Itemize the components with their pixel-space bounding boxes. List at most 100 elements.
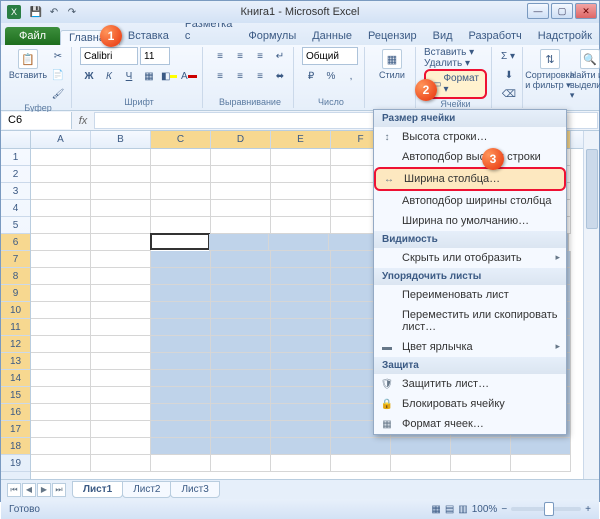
cell[interactable] [269,234,329,251]
sheet-nav-first[interactable]: ⏮ [7,483,21,497]
zoom-out-button[interactable]: − [501,504,507,515]
cell[interactable] [451,438,511,455]
minimize-button[interactable]: — [527,3,549,19]
tab-addins[interactable]: Надстройк [530,27,600,45]
find-select-button[interactable]: 🔍Найти и выделить ▾ [571,47,600,103]
cell[interactable] [91,217,151,234]
row-header[interactable]: 8 [1,268,30,285]
styles-button[interactable]: ▦Стили [373,47,411,82]
cell[interactable] [91,200,151,217]
undo-icon[interactable]: ↶ [47,5,61,19]
merge-button[interactable]: ⬌ [271,67,289,85]
sheet-tab[interactable]: Лист2 [122,481,171,498]
cell[interactable] [91,370,151,387]
align-bot-button[interactable]: ≡ [251,47,269,65]
cell[interactable] [91,149,151,166]
zoom-slider[interactable] [511,507,581,511]
cell[interactable] [151,285,211,302]
cell[interactable] [151,438,211,455]
fx-icon[interactable]: fx [73,111,93,130]
cell[interactable] [31,200,91,217]
cell[interactable] [271,200,331,217]
cell[interactable] [511,455,571,472]
currency-button[interactable]: ₽ [302,67,320,85]
cell[interactable] [31,438,91,455]
cell[interactable] [211,183,271,200]
cell[interactable] [211,285,271,302]
col-header[interactable]: A [31,131,91,148]
cell[interactable] [31,251,91,268]
row-header[interactable]: 13 [1,353,30,370]
menu-default-width[interactable]: Ширина по умолчанию… [374,211,566,231]
cell[interactable] [211,455,271,472]
autosum-button[interactable]: Σ ▾ [500,47,516,65]
menu-format-cells[interactable]: ▦Формат ячеек… [374,414,566,434]
redo-icon[interactable]: ↷ [65,5,79,19]
row-header[interactable]: 18 [1,438,30,455]
cell[interactable] [31,370,91,387]
cell[interactable] [211,251,271,268]
cell[interactable] [211,319,271,336]
select-all-corner[interactable] [1,131,31,148]
row-header[interactable]: 10 [1,302,30,319]
menu-column-width[interactable]: ↔Ширина столбца… [374,167,566,191]
cell[interactable] [31,353,91,370]
row-header[interactable]: 14 [1,370,30,387]
tab-developer[interactable]: Разработч [461,27,530,45]
cell[interactable] [151,268,211,285]
font-name-input[interactable]: Calibri [80,47,138,65]
cell[interactable] [151,251,211,268]
cells-insert-button[interactable]: Вставить ▾ [424,47,474,58]
cell[interactable] [271,268,331,285]
cell[interactable] [91,353,151,370]
row-header[interactable]: 5 [1,217,30,234]
cell[interactable] [211,302,271,319]
view-break-icon[interactable]: ▥ [458,504,467,515]
cell[interactable] [271,149,331,166]
cell[interactable] [271,370,331,387]
row-header[interactable]: 2 [1,166,30,183]
save-icon[interactable]: 💾 [29,5,43,19]
cell[interactable] [91,387,151,404]
sheet-nav-next[interactable]: ▶ [37,483,51,497]
sheet-tab[interactable]: Лист1 [72,481,123,498]
cell[interactable] [91,268,151,285]
cell[interactable] [271,387,331,404]
cell[interactable] [211,336,271,353]
row-header[interactable]: 16 [1,404,30,421]
comma-button[interactable]: , [342,67,360,85]
col-header[interactable]: E [271,131,331,148]
cell[interactable] [151,149,211,166]
cell[interactable] [211,370,271,387]
cell[interactable] [271,455,331,472]
underline-button[interactable]: Ч [120,67,138,85]
row-header[interactable]: 9 [1,285,30,302]
menu-protect-sheet[interactable]: 🛡Защитить лист… [374,374,566,394]
row-header[interactable]: 4 [1,200,30,217]
zoom-in-button[interactable]: + [585,504,591,515]
cell[interactable] [151,455,211,472]
cell[interactable] [91,234,151,251]
cell[interactable] [391,455,451,472]
cell[interactable] [151,421,211,438]
row-header[interactable]: 7 [1,251,30,268]
cell[interactable] [211,421,271,438]
cell[interactable] [271,251,331,268]
vertical-scrollbar[interactable] [583,131,599,479]
cell[interactable] [31,166,91,183]
fill-button[interactable]: ⬇ [500,66,518,84]
row-header[interactable]: 6 [1,234,30,251]
col-header[interactable]: B [91,131,151,148]
cell[interactable] [31,455,91,472]
cell[interactable] [211,387,271,404]
cell[interactable] [271,285,331,302]
tab-insert[interactable]: Вставка [120,27,177,45]
cell[interactable] [271,217,331,234]
cell[interactable] [31,234,91,251]
cell[interactable] [211,149,271,166]
cell[interactable] [271,336,331,353]
italic-button[interactable]: К [100,67,118,85]
cell[interactable] [211,268,271,285]
cell[interactable] [91,455,151,472]
align-mid-button[interactable]: ≡ [231,47,249,65]
